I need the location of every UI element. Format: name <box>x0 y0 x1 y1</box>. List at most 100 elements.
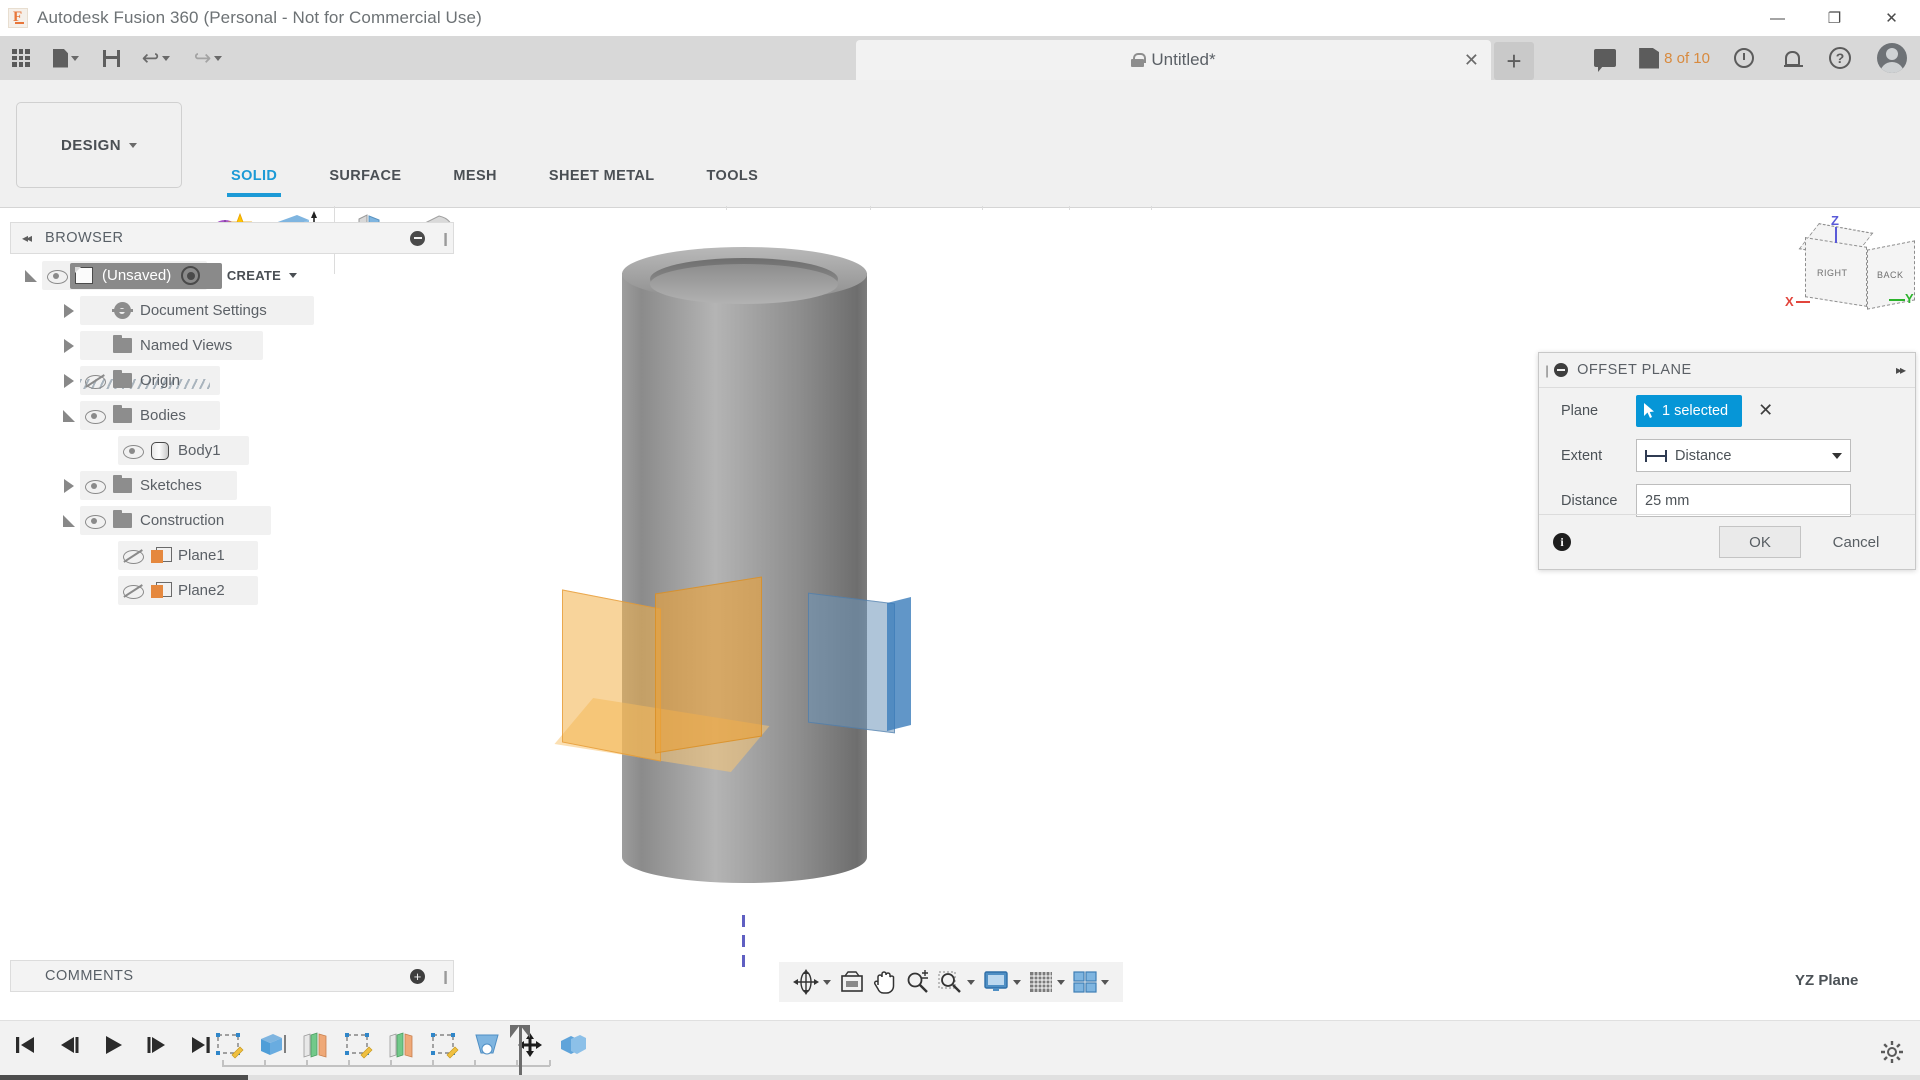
notifications-bell-icon[interactable] <box>1768 36 1816 80</box>
tab-solid[interactable]: SOLID <box>205 168 303 197</box>
expand-arrow-open-icon[interactable] <box>58 409 80 422</box>
recent-activity-icon[interactable] <box>1720 36 1768 80</box>
undo-button[interactable]: ↩ <box>132 42 180 74</box>
offset-plane-preview[interactable] <box>562 589 661 762</box>
help-icon[interactable]: ? <box>1816 36 1864 80</box>
minimize-button[interactable]: — <box>1749 0 1806 36</box>
visibility-on-icon[interactable] <box>42 269 70 284</box>
timeline-plane-1[interactable] <box>296 1027 334 1063</box>
tab-surface[interactable]: SURFACE <box>303 168 427 190</box>
cylinder-bore-bottom[interactable] <box>650 264 838 304</box>
tree-item-document-settings[interactable]: Document Settings <box>20 293 450 328</box>
pan-icon[interactable] <box>870 965 900 999</box>
new-tab-button[interactable]: + <box>1494 42 1534 80</box>
chevron-down-icon[interactable] <box>1057 979 1065 985</box>
visibility-on-icon[interactable] <box>80 479 108 494</box>
tab-sheet-metal[interactable]: SHEET METAL <box>523 168 681 190</box>
app-grid-icon[interactable] <box>4 42 38 74</box>
workspace-switcher[interactable]: DESIGN <box>16 102 182 188</box>
cancel-button[interactable]: Cancel <box>1813 526 1899 558</box>
selected-plane-edge[interactable] <box>887 597 911 731</box>
timeline-plane-2[interactable] <box>382 1027 420 1063</box>
close-button[interactable]: ✕ <box>1863 0 1920 36</box>
offset-plane-dialog[interactable]: ||| OFFSET PLANE ▸▸ Plane 1 selected ✕ E… <box>1538 352 1916 570</box>
tree-item-origin[interactable]: Origin <box>20 363 450 398</box>
visibility-off-icon[interactable] <box>118 583 146 599</box>
grid-snap-icon[interactable] <box>1026 965 1068 999</box>
distance-input[interactable]: 25 mm <box>1636 484 1851 517</box>
step-forward-button[interactable] <box>142 1028 172 1062</box>
look-at-icon[interactable] <box>836 965 868 999</box>
add-comment-icon[interactable]: + <box>410 968 425 984</box>
visibility-on-icon[interactable] <box>118 444 146 459</box>
tree-item-unsaved[interactable]: (Unsaved) <box>20 258 450 293</box>
dialog-expand-icon[interactable]: ▸▸ <box>1896 363 1906 377</box>
browser-resize-grip[interactable]: ||| <box>443 230 448 246</box>
comments-panel-header[interactable]: COMMENTS + ||| <box>10 960 454 992</box>
chevron-down-icon[interactable] <box>967 979 975 985</box>
step-back-button[interactable] <box>54 1028 84 1062</box>
timeline-combine[interactable] <box>554 1027 592 1063</box>
dialog-collapse-icon[interactable] <box>1554 363 1569 377</box>
save-button[interactable] <box>94 42 128 74</box>
timeline-marker[interactable] <box>510 1025 530 1075</box>
horizontal-scrollbar[interactable] <box>0 1075 1920 1080</box>
timeline-revolve[interactable] <box>468 1027 506 1063</box>
expand-arrow-closed-icon[interactable] <box>58 338 80 353</box>
play-button[interactable] <box>98 1028 128 1062</box>
plane-selection-chip[interactable]: 1 selected <box>1636 394 1743 427</box>
timeline-extrude-1[interactable] <box>253 1027 291 1063</box>
document-tab[interactable]: Untitled* ✕ <box>856 40 1491 80</box>
jump-to-start-button[interactable] <box>10 1028 40 1062</box>
tree-item-sketches[interactable]: Sketches <box>20 468 450 503</box>
job-status-button[interactable]: 8 of 10 <box>1629 36 1720 80</box>
tree-item-plane1[interactable]: Plane1 <box>20 538 450 573</box>
tree-item-plane2[interactable]: Plane2 <box>20 573 450 608</box>
timeline-sketch-2[interactable] <box>339 1027 377 1063</box>
expand-arrow-closed-icon[interactable] <box>58 478 80 493</box>
chevron-down-icon[interactable] <box>1013 979 1021 985</box>
expand-arrow-open-icon[interactable] <box>58 514 80 527</box>
tab-tools[interactable]: TOOLS <box>681 168 785 190</box>
comments-icon[interactable] <box>1581 36 1629 80</box>
clear-selection-icon[interactable]: ✕ <box>1758 400 1773 421</box>
tab-mesh[interactable]: MESH <box>427 168 523 190</box>
timeline-sketch-3[interactable] <box>425 1027 463 1063</box>
timeline-settings-icon[interactable] <box>1880 1040 1904 1069</box>
visibility-on-icon[interactable] <box>80 514 108 529</box>
extent-select[interactable]: Distance <box>1636 439 1851 472</box>
orbit-icon[interactable] <box>790 965 834 999</box>
avatar[interactable] <box>1864 36 1920 80</box>
visibility-off-icon[interactable] <box>80 373 108 389</box>
redo-button[interactable]: ↪ <box>184 42 232 74</box>
close-tab-icon[interactable]: ✕ <box>1464 50 1479 70</box>
comments-resize-grip[interactable]: ||| <box>443 968 448 984</box>
tree-item-named-views[interactable]: Named Views <box>20 328 450 363</box>
view-cube[interactable]: RIGHT BACK Z X Y <box>1785 213 1915 325</box>
dialog-drag-grip[interactable]: ||| <box>1545 363 1550 378</box>
expand-arrow-open-icon[interactable] <box>20 269 42 282</box>
ok-button[interactable]: OK <box>1719 526 1801 558</box>
visibility-on-icon[interactable] <box>80 409 108 424</box>
timeline-sketch-1[interactable] <box>210 1027 248 1063</box>
zoom-window-icon[interactable] <box>934 965 978 999</box>
info-icon[interactable]: i <box>1553 533 1571 551</box>
tree-item-body1[interactable]: Body1 <box>20 433 450 468</box>
visibility-off-icon[interactable] <box>118 548 146 564</box>
new-document-button[interactable] <box>42 42 90 74</box>
selected-plane[interactable] <box>808 592 895 734</box>
expand-arrow-closed-icon[interactable] <box>58 303 80 318</box>
3d-viewport[interactable]: RIGHT BACK Z X Y 25.00 <box>455 210 1920 970</box>
chevron-down-icon[interactable] <box>823 979 831 985</box>
browser-minimize-icon[interactable] <box>410 230 425 246</box>
solid-body[interactable] <box>622 273 867 883</box>
zoom-icon[interactable] <box>902 965 932 999</box>
tree-item-bodies[interactable]: Bodies <box>20 398 450 433</box>
display-settings-icon[interactable] <box>980 965 1024 999</box>
chevron-down-icon[interactable] <box>1101 979 1109 985</box>
source-plane-highlight[interactable] <box>655 576 762 754</box>
tree-item-construction[interactable]: Construction <box>20 503 450 538</box>
maximize-button[interactable]: ❐ <box>1806 0 1863 36</box>
expand-arrow-closed-icon[interactable] <box>58 373 80 388</box>
collapse-panel-icon[interactable]: ◂◂ <box>22 231 32 245</box>
